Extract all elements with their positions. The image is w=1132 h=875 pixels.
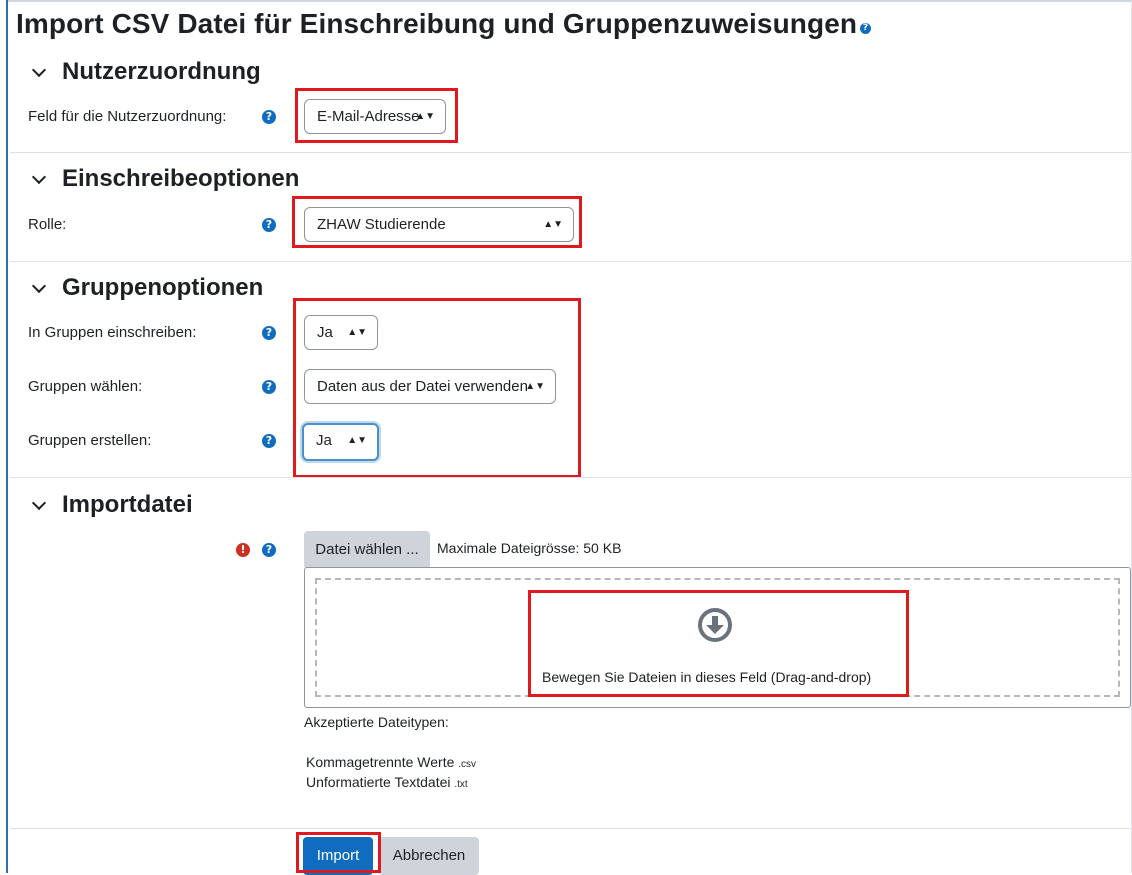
- window-top-border: [6, 0, 1132, 2]
- highlight-box-user-mapping: [295, 88, 458, 143]
- question-circle-icon[interactable]: ?: [262, 543, 276, 557]
- choose-file-button[interactable]: Datei wählen ...: [304, 531, 430, 569]
- create-groups-label: Gruppen erstellen:: [28, 432, 152, 449]
- question-circle-icon[interactable]: ?: [262, 218, 276, 232]
- chevron-down-icon: [31, 278, 47, 293]
- question-circle-icon[interactable]: ?: [860, 23, 872, 34]
- section-header-gruppenoptionen[interactable]: Gruppenoptionen: [28, 274, 263, 302]
- max-file-size: Maximale Dateigrösse: 50 KB: [437, 540, 622, 556]
- section-divider: [10, 828, 1132, 829]
- highlight-box-role: [292, 196, 582, 248]
- section-divider: [10, 152, 1132, 153]
- question-circle-icon[interactable]: ?: [262, 380, 276, 394]
- question-circle-icon[interactable]: ?: [262, 326, 276, 340]
- section-header-einschreibeoptionen[interactable]: Einschreibeoptionen: [28, 165, 299, 193]
- accepted-types-label: Akzeptierte Dateitypen:: [304, 714, 449, 730]
- chevron-down-icon: [31, 495, 47, 510]
- section-divider: [10, 477, 1132, 478]
- window-left-border: [6, 0, 8, 873]
- cancel-button[interactable]: Abbrechen: [379, 837, 479, 875]
- highlight-box-import: [296, 832, 381, 873]
- enrol-in-groups-label: In Gruppen einschreiben:: [28, 324, 197, 341]
- user-mapping-label: Feld für die Nutzerzuordnung:: [28, 108, 227, 125]
- question-circle-icon[interactable]: ?: [262, 110, 276, 124]
- role-label: Rolle:: [28, 216, 67, 233]
- page-title: Import CSV Datei für Einschreibung und G…: [16, 8, 872, 40]
- file-type-txt: Unformatierte Textdatei .txt: [306, 774, 468, 790]
- section-header-nutzerzuordnung[interactable]: Nutzerzuordnung: [28, 58, 261, 86]
- exclamation-circle-icon: !: [236, 543, 250, 557]
- choose-groups-label: Gruppen wählen:: [28, 378, 143, 395]
- highlight-box-group-options: [293, 298, 581, 478]
- chevron-down-icon: [31, 62, 47, 77]
- question-circle-icon[interactable]: ?: [262, 434, 276, 448]
- chevron-down-icon: [31, 169, 47, 184]
- highlight-box-dropzone: [528, 590, 909, 697]
- page-title-text: Import CSV Datei für Einschreibung und G…: [16, 8, 858, 39]
- section-header-importdatei[interactable]: Importdatei: [28, 491, 193, 519]
- file-type-csv: Kommagetrennte Werte .csv: [306, 754, 477, 770]
- section-divider: [10, 261, 1132, 262]
